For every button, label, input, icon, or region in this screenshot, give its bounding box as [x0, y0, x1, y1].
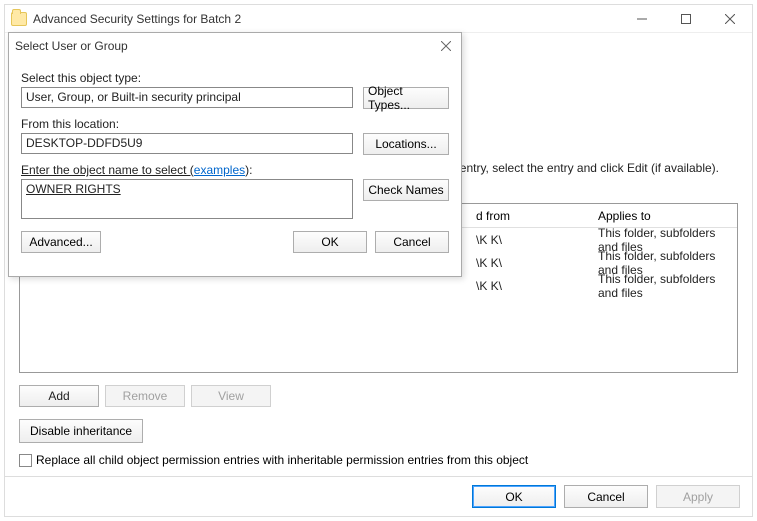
- location-field[interactable]: DESKTOP-DDFD5U9: [21, 133, 353, 154]
- add-button[interactable]: Add: [19, 385, 99, 407]
- maximize-button[interactable]: [664, 5, 708, 32]
- col-inherited-from[interactable]: d from: [468, 209, 590, 223]
- main-footer: OK Cancel Apply: [5, 476, 752, 516]
- dialog-body: Select this object type: User, Group, or…: [9, 59, 461, 263]
- table-row[interactable]: \K K\ This folder, subfolders and files: [20, 274, 737, 297]
- enter-object-name-label: Enter the object name to select (example…: [21, 163, 449, 177]
- dialog-cancel-button[interactable]: Cancel: [375, 231, 449, 253]
- disable-inheritance-row: Disable inheritance: [19, 419, 143, 443]
- dialog-title: Select User or Group: [15, 39, 437, 53]
- apply-button[interactable]: Apply: [656, 485, 740, 508]
- check-names-button[interactable]: Check Names: [363, 179, 449, 201]
- replace-checkbox-row: Replace all child object permission entr…: [19, 453, 528, 467]
- dialog-titlebar: Select User or Group: [9, 33, 461, 59]
- view-button[interactable]: View: [191, 385, 271, 407]
- replace-checkbox-label: Replace all child object permission entr…: [36, 453, 528, 467]
- advanced-button[interactable]: Advanced...: [21, 231, 101, 253]
- replace-checkbox[interactable]: [19, 454, 32, 467]
- col-applies-to[interactable]: Applies to: [590, 209, 737, 223]
- remove-button[interactable]: Remove: [105, 385, 185, 407]
- main-window-title: Advanced Security Settings for Batch 2: [33, 12, 620, 26]
- location-label: From this location:: [21, 117, 449, 131]
- disable-inheritance-button[interactable]: Disable inheritance: [19, 419, 143, 443]
- object-name-field[interactable]: OWNER RIGHTS: [21, 179, 353, 219]
- object-type-label: Select this object type:: [21, 71, 449, 85]
- dialog-ok-button[interactable]: OK: [293, 231, 367, 253]
- object-type-field[interactable]: User, Group, or Built-in security princi…: [21, 87, 353, 108]
- examples-link[interactable]: examples: [194, 163, 245, 177]
- dialog-footer: Advanced... OK Cancel: [21, 231, 449, 253]
- dialog-close-button[interactable]: [437, 37, 455, 55]
- close-button[interactable]: [708, 5, 752, 32]
- window-controls: [620, 5, 752, 32]
- main-titlebar: Advanced Security Settings for Batch 2: [5, 5, 752, 33]
- minimize-button[interactable]: [620, 5, 664, 32]
- object-types-button[interactable]: Object Types...: [363, 87, 449, 109]
- select-user-dialog: Select User or Group Select this object …: [8, 32, 462, 277]
- cancel-button[interactable]: Cancel: [564, 485, 648, 508]
- ok-button[interactable]: OK: [472, 485, 556, 508]
- folder-icon: [11, 12, 27, 26]
- table-buttons: Add Remove View: [19, 385, 271, 407]
- locations-button[interactable]: Locations...: [363, 133, 449, 155]
